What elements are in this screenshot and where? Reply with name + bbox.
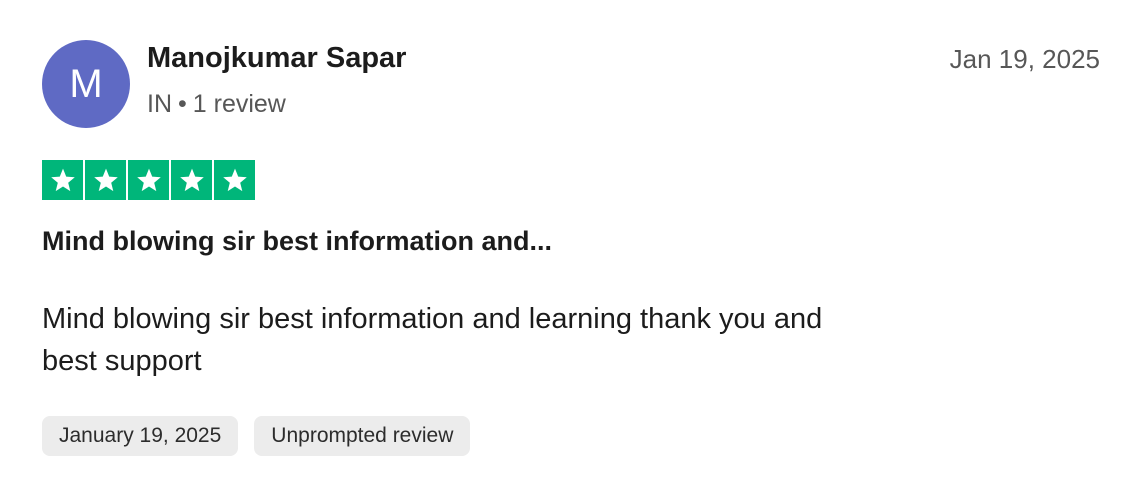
review-card: M Manojkumar Sapar IN • 1 review Jan 19, 2… [0, 0, 1130, 492]
reviewer-name[interactable]: Manojkumar Sapar [147, 42, 406, 75]
review-title[interactable]: Mind blowing sir best information and... [42, 226, 552, 257]
review-body-line: Mind blowing sir best information and le… [42, 303, 823, 335]
star-icon [171, 160, 212, 200]
star-icon [42, 160, 83, 200]
reviewer-meta: IN • 1 review [147, 90, 286, 119]
review-date: Jan 19, 2025 [949, 44, 1100, 74]
reviewer-country: IN [147, 90, 172, 118]
review-body-line: best support [42, 345, 202, 377]
star-icon [128, 160, 169, 200]
star-icon [85, 160, 126, 200]
reviewer-review-count[interactable]: 1 review [193, 90, 286, 118]
review-tags: January 19, 2025 Unprompted review [42, 416, 471, 456]
review-body: Mind blowing sir best information and le… [42, 298, 962, 382]
date-of-experience-badge: January 19, 2025 [42, 416, 239, 456]
star-icon [214, 160, 255, 200]
star-rating [42, 160, 255, 200]
unprompted-review-badge[interactable]: Unprompted review [254, 416, 471, 456]
avatar[interactable]: M [42, 40, 130, 128]
meta-separator: • [178, 90, 187, 118]
avatar-initial: M [69, 61, 103, 106]
